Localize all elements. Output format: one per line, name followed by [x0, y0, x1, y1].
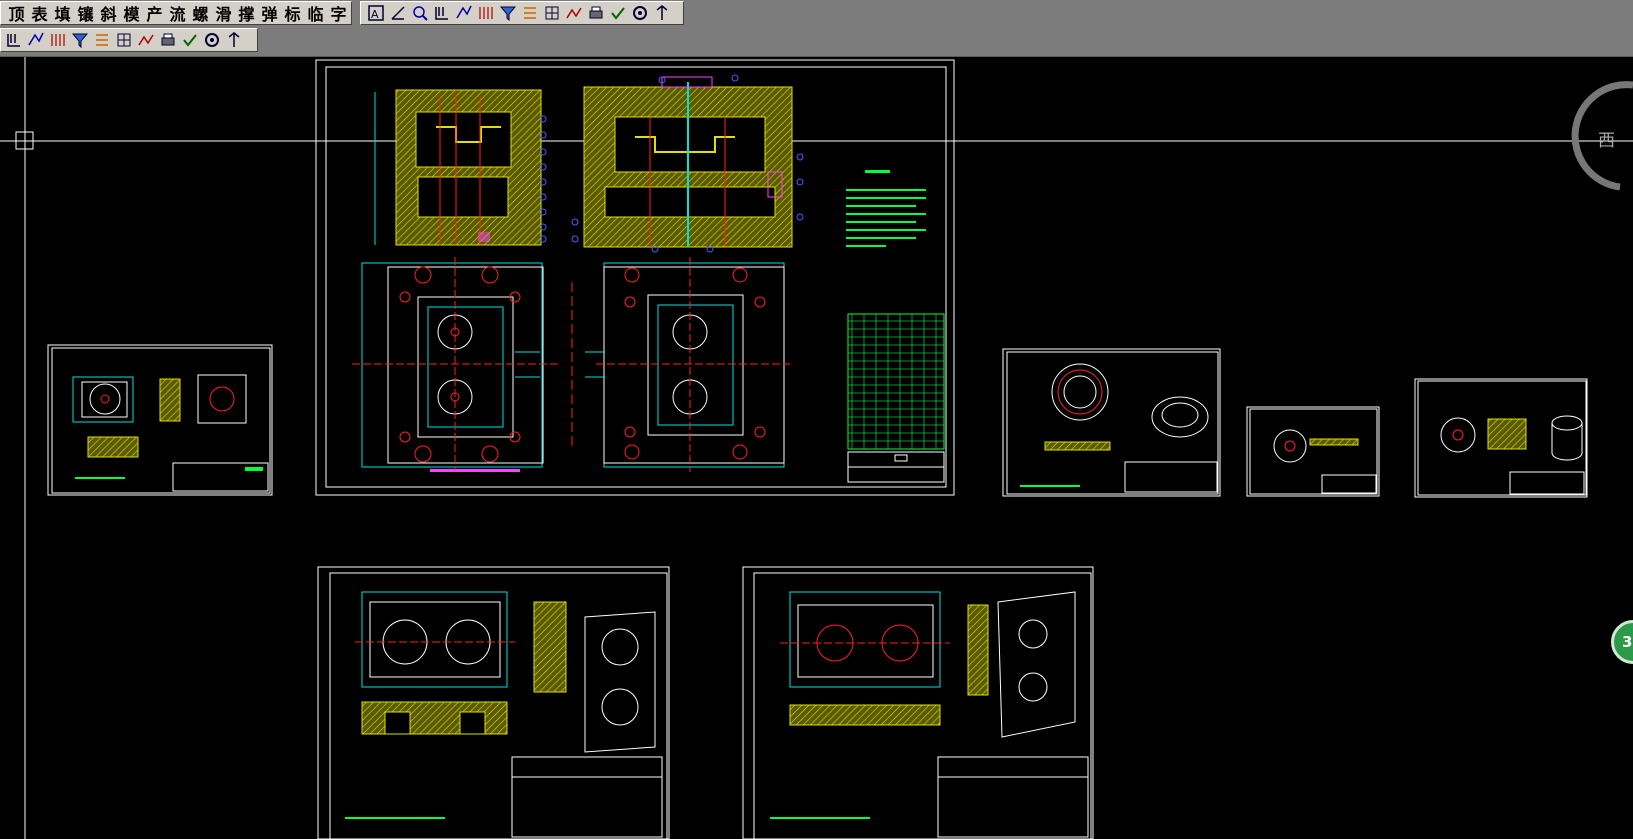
- toolbar-char-button[interactable]: 产: [143, 2, 166, 24]
- align-icon[interactable]: [519, 2, 541, 24]
- gear-icon[interactable]: [157, 29, 179, 51]
- funnel-icon[interactable]: [201, 29, 223, 51]
- support-icon[interactable]: [91, 29, 113, 51]
- svg-text:A: A: [371, 8, 379, 21]
- toolbar-char-button[interactable]: 撑: [235, 2, 258, 24]
- text-style-icon[interactable]: A: [365, 2, 387, 24]
- toolbar-char-button[interactable]: 斜: [97, 2, 120, 24]
- viewcube-west-label[interactable]: 西: [1598, 126, 1615, 151]
- print-icon[interactable]: [585, 2, 607, 24]
- toolbar-char-button[interactable]: 表: [28, 2, 51, 24]
- hatch-icon[interactable]: [453, 2, 475, 24]
- settings-icon[interactable]: [629, 2, 651, 24]
- part-sheet-pin: [1246, 406, 1380, 497]
- return-pin-icon[interactable]: [113, 29, 135, 51]
- cad-drawing: [0, 57, 1633, 839]
- check-icon[interactable]: [607, 2, 629, 24]
- component-toolbar: [0, 28, 258, 52]
- assembly-sheet: [315, 59, 955, 496]
- toolbar-char-button[interactable]: 镶: [74, 2, 97, 24]
- filter-icon[interactable]: [497, 2, 519, 24]
- ejector-pin-icon[interactable]: [3, 29, 25, 51]
- toolbar-char-button[interactable]: 弹: [258, 2, 281, 24]
- dimension-icon[interactable]: [387, 2, 409, 24]
- search-zoom-icon[interactable]: [409, 2, 431, 24]
- mold-toolbar: 顶表填镶斜模产流螺滑撑弹标临字: [0, 1, 352, 25]
- core-plate-sheet: [742, 566, 1094, 839]
- toolbar-char-button[interactable]: 流: [166, 2, 189, 24]
- toolbar-area: 顶表填镶斜模产流螺滑撑弹标临字 A: [0, 0, 1633, 57]
- part-sheet-bushing: [1414, 378, 1588, 498]
- part-sheet-ring: [1002, 348, 1221, 497]
- annotation-toolbar: A: [360, 1, 684, 25]
- toolbar-char-button[interactable]: 螺: [189, 2, 212, 24]
- cavity-plate-sheet: [317, 566, 670, 839]
- toolbar-char-button[interactable]: 填: [51, 2, 74, 24]
- sprue-bush-icon[interactable]: [25, 29, 47, 51]
- guide-pin-icon[interactable]: [47, 29, 69, 51]
- numbering-icon[interactable]: [475, 2, 497, 24]
- toolbar-char-button[interactable]: 标: [281, 2, 304, 24]
- mold-base-icon[interactable]: [223, 29, 245, 51]
- toolbar-char-button[interactable]: 滑: [212, 2, 235, 24]
- ruler-icon[interactable]: [431, 2, 453, 24]
- screw-icon[interactable]: [69, 29, 91, 51]
- target-icon[interactable]: [179, 29, 201, 51]
- toolbar-char-button[interactable]: 模: [120, 2, 143, 24]
- pin-icon[interactable]: [651, 2, 673, 24]
- toolbar-char-button[interactable]: 顶: [5, 2, 28, 24]
- polyline-icon[interactable]: [563, 2, 585, 24]
- part-sheet-left: [47, 344, 273, 496]
- cooling-icon[interactable]: [135, 29, 157, 51]
- toolbar-char-button[interactable]: 字: [327, 2, 350, 24]
- toolbar-char-button[interactable]: 临: [304, 2, 327, 24]
- table-icon[interactable]: [541, 2, 563, 24]
- drawing-canvas[interactable]: 西 39: [0, 57, 1633, 839]
